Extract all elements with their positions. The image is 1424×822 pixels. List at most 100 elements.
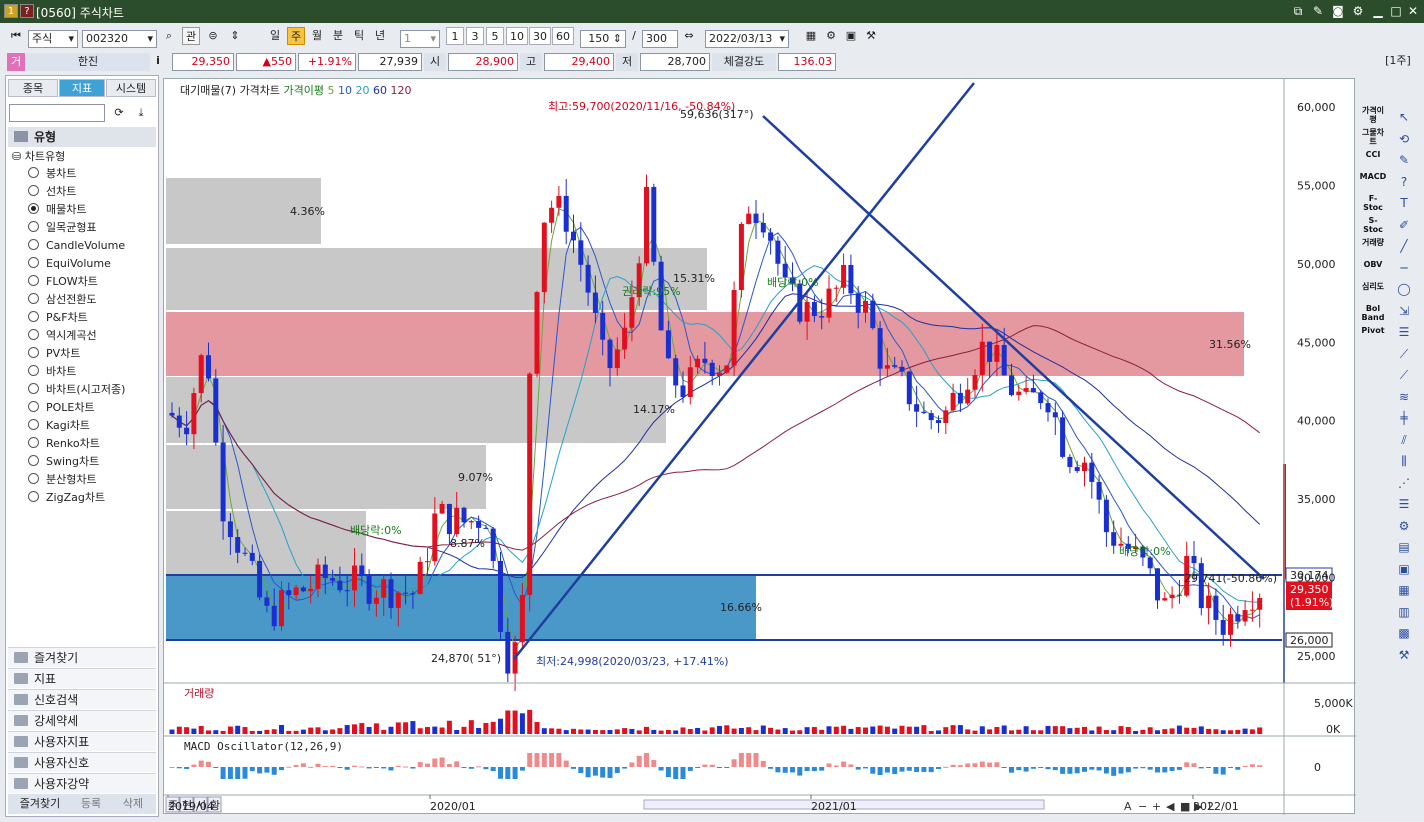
chart-type-item[interactable]: 바차트 xyxy=(28,363,76,381)
quick-3[interactable]: 3 xyxy=(466,27,484,45)
radio-icon[interactable] xyxy=(28,221,39,232)
chart-type-item[interactable]: CandleVolume xyxy=(28,237,125,255)
indicator-shortcut[interactable]: Bol Band xyxy=(1359,304,1387,322)
chart-type-item[interactable]: 매물차트 xyxy=(28,201,86,219)
chart-canvas[interactable]: 60,00055,00050,00045,00040,00035,00030,0… xyxy=(164,79,1356,815)
brush-icon[interactable]: ✐ xyxy=(1394,216,1414,234)
radio-icon[interactable] xyxy=(28,491,39,502)
info-icon[interactable]: i xyxy=(150,52,166,70)
accordion-item[interactable]: 즐겨찾기 xyxy=(8,647,156,667)
date-input[interactable]: 2022/03/13 ▾ xyxy=(705,30,789,48)
tool-icon[interactable]: ⚒ xyxy=(1394,646,1414,664)
hline-icon[interactable]: ─ xyxy=(1394,259,1414,277)
help-icon[interactable]: ? xyxy=(1394,173,1414,191)
layout-icon[interactable]: ▦ xyxy=(802,27,820,45)
chart-area[interactable]: 60,000 55,000 50,000 45,000 40,000 35,000 30,0… xyxy=(163,78,1356,815)
edit-icon[interactable]: ✎ xyxy=(1310,3,1326,19)
radio-icon[interactable] xyxy=(28,203,39,214)
refresh-icon[interactable]: ⟳ xyxy=(110,104,128,122)
indicator-shortcut[interactable]: F-Stoc xyxy=(1359,194,1387,212)
radio-icon[interactable] xyxy=(28,239,39,250)
radio-icon[interactable] xyxy=(28,401,39,412)
settings-icon[interactable]: ⚙ xyxy=(822,27,840,45)
quick-60[interactable]: 60 xyxy=(552,27,574,45)
accordion-item[interactable]: 신호검색 xyxy=(8,689,156,709)
radio-icon[interactable] xyxy=(28,167,39,178)
chart-type-item[interactable]: 분산형차트 xyxy=(28,471,97,489)
zoom-icon[interactable]: ⇔ xyxy=(680,27,698,45)
undo-icon[interactable]: ⟲ xyxy=(1394,130,1414,148)
tab-indicator[interactable]: 지표 xyxy=(59,79,105,97)
accordion-item[interactable]: 사용자지표 xyxy=(8,731,156,751)
radio-icon[interactable] xyxy=(28,473,39,484)
layer-icon[interactable]: ▩ xyxy=(1394,624,1414,642)
indicator-shortcut[interactable]: CCI xyxy=(1359,150,1387,159)
save-icon[interactable]: ▣ xyxy=(842,27,860,45)
line-icon[interactable]: ╱ xyxy=(1394,237,1414,255)
chart-type-item[interactable]: P&F차트 xyxy=(28,309,88,327)
chart-type-item[interactable]: 삼선전환도 xyxy=(28,291,97,309)
indicator-search-input[interactable] xyxy=(9,104,105,122)
favorite-button[interactable]: 관 xyxy=(182,27,200,45)
chart-type-item[interactable]: Renko차트 xyxy=(28,435,100,453)
panel-icon[interactable]: ▤ xyxy=(1394,538,1414,556)
gann-icon[interactable]: ⫼ xyxy=(1394,452,1414,470)
chart-type-item[interactable]: PV차트 xyxy=(28,345,80,363)
radio-icon[interactable] xyxy=(28,347,39,358)
tab-stock[interactable]: 종목 xyxy=(8,79,58,97)
chart-type-item[interactable]: 선차트 xyxy=(28,183,76,201)
close-icon[interactable]: ✕ xyxy=(1405,3,1421,19)
chart-type-item[interactable]: EquiVolume xyxy=(28,255,111,273)
auto-icon[interactable]: ⚙ xyxy=(1394,517,1414,535)
chart-type-item[interactable]: 역시계곡선 xyxy=(28,327,97,345)
accordion-item[interactable]: 사용자신호 xyxy=(8,752,156,772)
radio-icon[interactable] xyxy=(28,419,39,430)
period-month[interactable]: 월 xyxy=(308,27,326,45)
code-input[interactable]: 002320 ▾ xyxy=(82,30,157,48)
fan-icon[interactable]: ⋰ xyxy=(1394,474,1414,492)
tab-system[interactable]: 시스템 xyxy=(106,79,156,97)
chart-type-item[interactable]: 일목균형표 xyxy=(28,219,97,237)
indicator-shortcut[interactable]: 거래량 xyxy=(1359,238,1387,247)
radio-icon[interactable] xyxy=(28,329,39,340)
period-tick[interactable]: 틱 xyxy=(350,27,368,45)
text-icon[interactable]: T xyxy=(1394,194,1414,212)
camera-icon[interactable]: ◙ xyxy=(1330,3,1346,19)
channel-icon[interactable]: ⟋ xyxy=(1394,366,1414,384)
pointer-icon[interactable]: ↖ xyxy=(1394,108,1414,126)
arrow-icon[interactable]: ⇲ xyxy=(1394,302,1414,320)
radio-icon[interactable] xyxy=(28,311,39,322)
chart-type-item[interactable]: Swing차트 xyxy=(28,453,99,471)
radio-icon[interactable] xyxy=(28,293,39,304)
accordion-item[interactable]: 지표 xyxy=(8,668,156,688)
delete-button[interactable]: 삭제 xyxy=(114,795,152,813)
chart-type-item[interactable]: 바차트(시고저종) xyxy=(28,381,125,399)
quick-1[interactable]: 1 xyxy=(446,27,464,45)
radio-icon[interactable] xyxy=(28,257,39,268)
total-input[interactable]: 300 xyxy=(642,30,678,48)
trend-icon[interactable]: ⟋ xyxy=(1394,345,1414,363)
parallel-icon[interactable]: ⫽ xyxy=(1394,431,1414,449)
chart-type-item[interactable]: Kagi차트 xyxy=(28,417,90,435)
circle-icon[interactable]: ◯ xyxy=(1394,280,1414,298)
first-icon[interactable]: ⏮ xyxy=(6,27,26,45)
indicator-shortcut[interactable]: 가격이평 xyxy=(1359,106,1387,124)
indicator-shortcut[interactable]: Pivot xyxy=(1359,326,1387,335)
grid-icon[interactable]: ╪ xyxy=(1394,409,1414,427)
count-input[interactable]: 150 ⇕ xyxy=(580,30,626,48)
indicator-shortcut[interactable]: 심리도 xyxy=(1359,282,1387,291)
radio-icon[interactable] xyxy=(28,383,39,394)
help-icon[interactable]: ? xyxy=(20,4,34,18)
favorites-tab[interactable]: 즐겨찾기 xyxy=(12,795,68,813)
indicator-shortcut[interactable]: 그물차트 xyxy=(1359,128,1387,146)
gear-icon[interactable]: ⚙ xyxy=(1350,3,1366,19)
quick-5[interactable]: 5 xyxy=(486,27,504,45)
section-header[interactable]: 유형 xyxy=(8,127,156,147)
fib-icon[interactable]: ☰ xyxy=(1394,323,1414,341)
register-button[interactable]: 등록 xyxy=(72,795,110,813)
radio-icon[interactable] xyxy=(28,365,39,376)
period-week[interactable]: 주 xyxy=(287,27,305,45)
table-icon[interactable]: ▥ xyxy=(1394,603,1414,621)
tools-icon[interactable]: ⚒ xyxy=(862,27,880,45)
radio-icon[interactable] xyxy=(28,455,39,466)
